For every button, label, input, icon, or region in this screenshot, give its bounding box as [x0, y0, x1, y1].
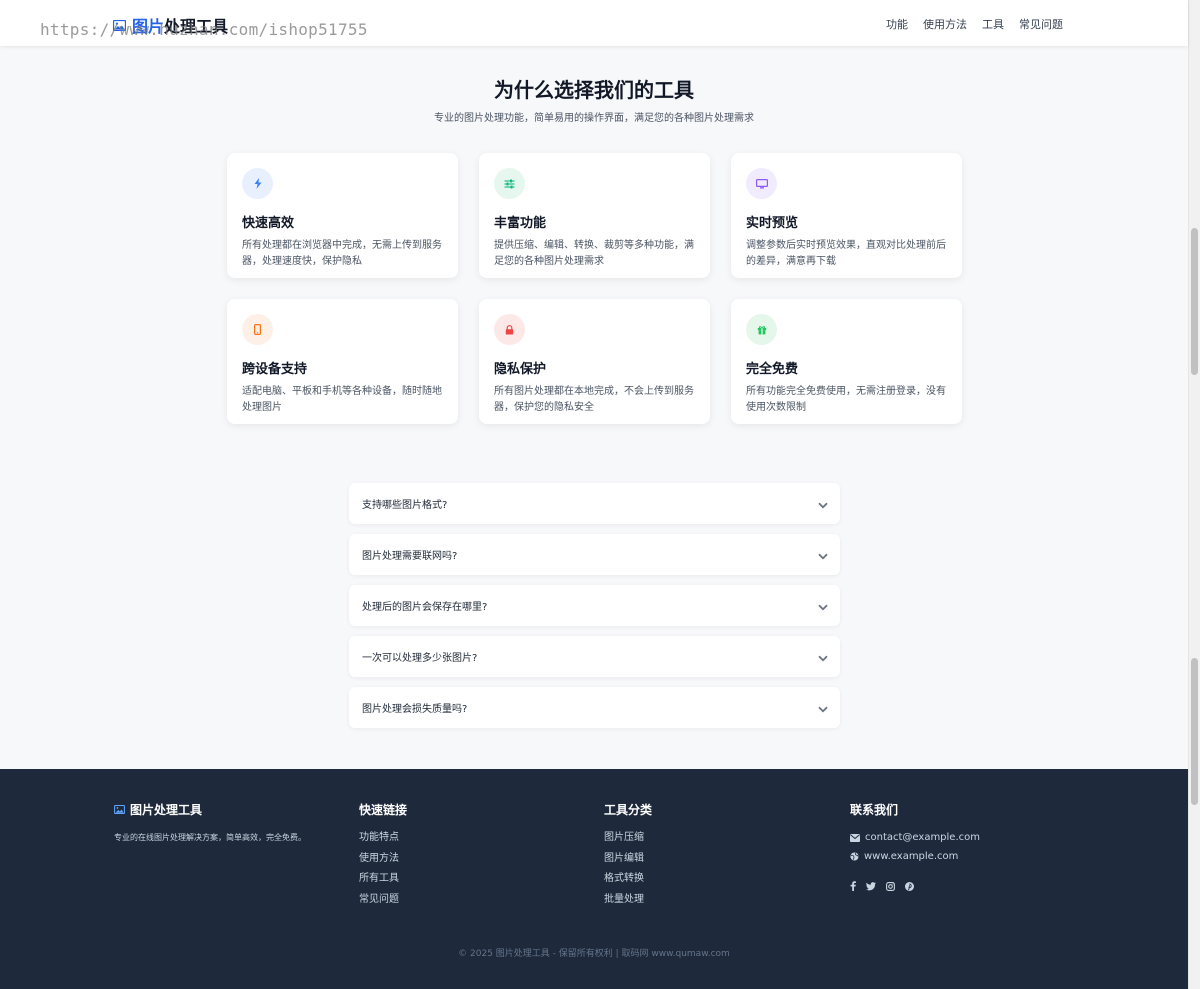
footer-heading: 联系我们	[850, 803, 899, 817]
chevron-down-icon	[818, 647, 828, 666]
page-scrollbar[interactable]	[1188, 0, 1200, 989]
feature-desc: 所有处理都在浏览器中完成，无需上传到服务器，处理速度快，保护隐私	[242, 240, 442, 267]
feature-title: 隐私保护	[494, 362, 547, 377]
bolt-icon	[242, 168, 273, 199]
globe-icon	[850, 852, 859, 861]
footer-email[interactable]: contact@example.com	[850, 832, 980, 843]
footer-link-faq[interactable]: 常见问题	[359, 894, 407, 907]
feature-title: 实时预览	[746, 216, 799, 231]
footer-brand-name: 图片处理工具	[130, 803, 203, 817]
brand-accent: 图片	[132, 17, 165, 36]
nav-features[interactable]: 功能	[886, 16, 908, 32]
feature-desc: 调整参数后实时预览效果，直观对比处理前后的差异，满意再下载	[746, 240, 946, 267]
feature-title: 完全免费	[746, 362, 799, 377]
faq-item-network[interactable]: 图片处理需要联网吗?	[349, 534, 840, 575]
feature-card-preview: 实时预览 调整参数后实时预览效果，直观对比处理前后的差异，满意再下载	[731, 153, 962, 278]
facebook-icon[interactable]	[850, 876, 856, 895]
footer-link-batch[interactable]: 批量处理	[604, 894, 652, 907]
footer-brand: 图片处理工具	[114, 801, 306, 818]
gift-icon	[746, 314, 777, 345]
footer-brand-column: 图片处理工具 专业的在线图片处理解决方案，简单高效，完全免费。	[114, 801, 306, 843]
nav-tools[interactable]: 工具	[982, 16, 1004, 32]
faq-question: 处理后的图片会保存在哪里?	[362, 602, 488, 613]
image-icon	[112, 16, 127, 35]
chevron-down-icon	[818, 596, 828, 615]
nav-usage[interactable]: 使用方法	[923, 16, 967, 32]
faq-question: 支持哪些图片格式?	[362, 500, 448, 511]
chevron-down-icon	[818, 494, 828, 513]
instagram-icon[interactable]	[886, 876, 895, 895]
footer-link-edit[interactable]: 图片编辑	[604, 853, 652, 866]
pinterest-icon[interactable]	[905, 876, 914, 895]
features-title: 为什么选择我们的工具	[494, 78, 694, 102]
image-icon	[114, 805, 125, 814]
feature-card-free: 完全免费 所有功能完全免费使用，无需注册登录，没有使用次数限制	[731, 299, 962, 424]
feature-desc: 提供压缩、编辑、转换、裁剪等多种功能，满足您的各种图片处理需求	[494, 240, 694, 267]
site-logo[interactable]: 图片 处理工具	[112, 13, 229, 37]
faq-item-batch[interactable]: 一次可以处理多少张图片?	[349, 636, 840, 677]
footer-heading: 快速链接	[359, 803, 408, 817]
chevron-down-icon	[818, 545, 828, 564]
footer-email-text: contact@example.com	[865, 832, 980, 843]
footer-link-all-tools[interactable]: 所有工具	[359, 873, 407, 886]
brand-name: 处理工具	[164, 17, 229, 36]
feature-card-fast: 快速高效 所有处理都在浏览器中完成，无需上传到服务器，处理速度快，保护隐私	[227, 153, 458, 278]
footer-website-text: www.example.com	[864, 851, 959, 862]
scrollbar-thumb[interactable]	[1191, 228, 1198, 375]
feature-title: 丰富功能	[494, 216, 547, 231]
footer-link-features[interactable]: 功能特点	[359, 832, 407, 845]
faq-item-formats[interactable]: 支持哪些图片格式?	[349, 483, 840, 524]
chevron-down-icon	[818, 698, 828, 717]
monitor-icon	[746, 168, 777, 199]
feature-title: 跨设备支持	[242, 362, 308, 377]
faq-item-quality[interactable]: 图片处理会损失质量吗?	[349, 687, 840, 728]
faq-item-storage[interactable]: 处理后的图片会保存在哪里?	[349, 585, 840, 626]
feature-desc: 所有功能完全免费使用，无需注册登录，没有使用次数限制	[746, 386, 946, 413]
features-subtitle: 专业的图片处理功能，简单易用的操作界面，满足您的各种图片处理需求	[434, 113, 754, 124]
feature-card-devices: 跨设备支持 适配电脑、平板和手机等各种设备，随时随地处理图片	[227, 299, 458, 424]
footer-link-convert[interactable]: 格式转换	[604, 873, 652, 886]
lock-icon	[494, 314, 525, 345]
footer-heading: 工具分类	[604, 803, 653, 817]
footer-brand-desc: 专业的在线图片处理解决方案，简单高效，完全免费。	[114, 833, 306, 842]
faq-question: 一次可以处理多少张图片?	[362, 653, 478, 664]
main-nav: 功能 使用方法 工具 常见问题	[886, 16, 1063, 32]
feature-card-rich: 丰富功能 提供压缩、编辑、转换、裁剪等多种功能，满足您的各种图片处理需求	[479, 153, 710, 278]
footer-website[interactable]: www.example.com	[850, 851, 980, 862]
copyright-text: © 2025 图片处理工具 - 保留所有权利 | 取码网 www.qumaw.c…	[458, 949, 730, 959]
envelope-icon	[850, 833, 860, 842]
mobile-icon	[242, 314, 273, 345]
page: 图片 处理工具 功能 使用方法 工具 常见问题 https://www.huzha…	[0, 0, 1200, 989]
social-links	[850, 876, 980, 895]
scrollbar-thumb-secondary[interactable]	[1191, 658, 1198, 805]
site-footer: 图片处理工具 专业的在线图片处理解决方案，简单高效，完全免费。 快速链接 功能特…	[0, 769, 1188, 989]
footer-link-usage[interactable]: 使用方法	[359, 853, 407, 866]
feature-desc: 适配电脑、平板和手机等各种设备，随时随地处理图片	[242, 386, 442, 413]
nav-faq[interactable]: 常见问题	[1019, 16, 1063, 32]
top-navbar: 图片 处理工具 功能 使用方法 工具 常见问题	[0, 0, 1188, 46]
feature-desc: 所有图片处理都在本地完成，不会上传到服务器，保护您的隐私安全	[494, 386, 694, 413]
twitter-icon[interactable]	[866, 876, 876, 895]
footer-tool-categories: 工具分类 图片压缩 图片编辑 格式转换 批量处理	[604, 801, 652, 906]
faq-question: 图片处理需要联网吗?	[362, 551, 458, 562]
feature-title: 快速高效	[242, 216, 295, 231]
sliders-icon	[494, 168, 525, 199]
footer-contact: 联系我们 contact@example.com www.example.com	[850, 801, 980, 895]
footer-link-compress[interactable]: 图片压缩	[604, 832, 652, 845]
faq-question: 图片处理会损失质量吗?	[362, 704, 468, 715]
footer-quick-links: 快速链接 功能特点 使用方法 所有工具 常见问题	[359, 801, 407, 906]
feature-card-privacy: 隐私保护 所有图片处理都在本地完成，不会上传到服务器，保护您的隐私安全	[479, 299, 710, 424]
